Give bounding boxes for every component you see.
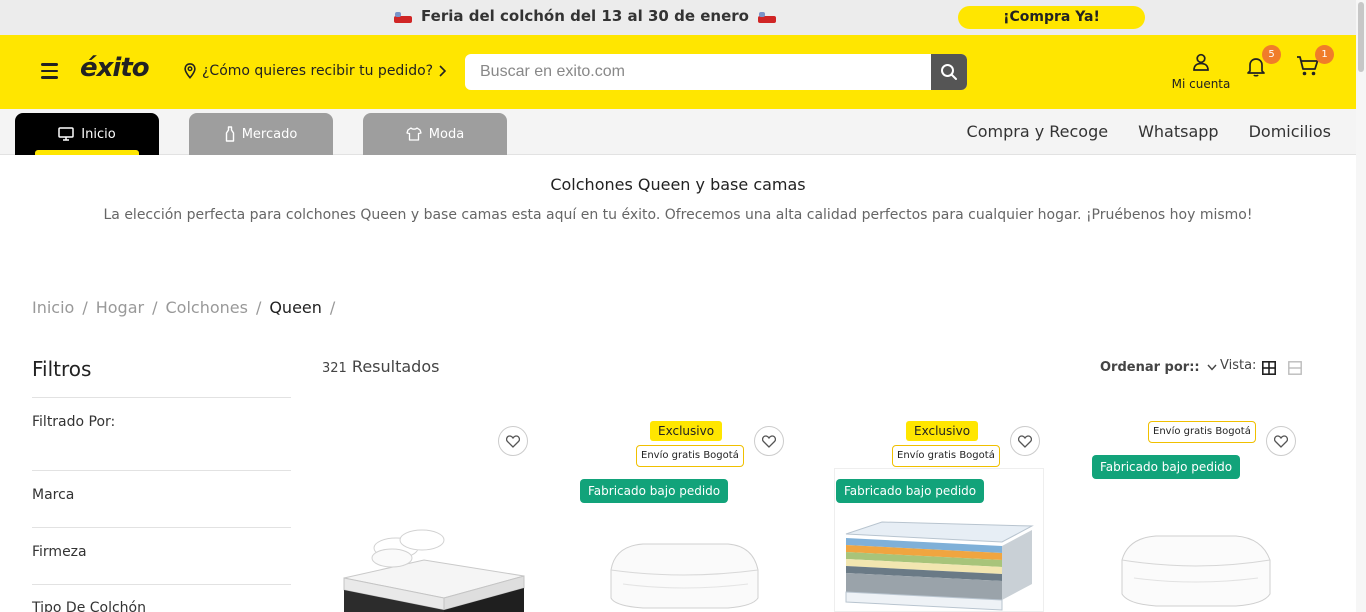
account-label: Mi cuenta [1171, 77, 1231, 91]
favorite-button[interactable] [498, 426, 528, 456]
breadcrumb-hogar[interactable]: Hogar [96, 298, 144, 317]
breadcrumb-queen: Queen [269, 298, 322, 317]
exito-logo[interactable]: éxito [80, 53, 150, 83]
product-card[interactable]: Exclusivo Envío gratis Bogotá Fabricado … [834, 420, 1074, 612]
bottle-icon [225, 126, 234, 142]
filter-divider [32, 397, 291, 398]
chevron-down-icon [1207, 364, 1217, 371]
sort-label: Ordenar por:: [1100, 360, 1200, 375]
link-domicilios[interactable]: Domicilios [1249, 122, 1331, 141]
tab-mercado[interactable]: Mercado [189, 113, 333, 155]
cart-button[interactable]: 1 [1296, 45, 1334, 79]
mattress-image [610, 543, 759, 609]
filter-divider [32, 584, 291, 585]
main-header: éxito ¿Cómo quieres recibir tu pedido? M… [0, 35, 1356, 109]
breadcrumb-inicio[interactable]: Inicio [32, 298, 74, 317]
view-label: Vista: [1220, 358, 1257, 373]
tab-inicio-label: Inicio [81, 126, 116, 142]
breadcrumb-separator: / [82, 298, 88, 317]
results-number: 321 [322, 361, 347, 376]
service-links: Compra y Recoge Whatsapp Domicilios [967, 122, 1331, 141]
notifications-button[interactable]: 5 [1245, 45, 1281, 79]
account-button[interactable]: Mi cuenta [1170, 53, 1232, 91]
category-title: Colchones Queen y base camas [550, 175, 806, 194]
scrollbar-thumb[interactable] [1358, 2, 1364, 72]
category-nav: Inicio Mercado Moda Compra y Recoge What… [0, 109, 1356, 155]
tab-moda-label: Moda [428, 126, 465, 142]
filter-firmeza[interactable]: Firmeza [32, 544, 87, 560]
link-whatsapp[interactable]: Whatsapp [1138, 122, 1219, 141]
link-compra-y-recoge[interactable]: Compra y Recoge [967, 122, 1109, 141]
bed-icon [393, 11, 412, 23]
breadcrumb: Inicio / Hogar / Colchones / Queen / [32, 298, 335, 317]
mattress-image [343, 529, 525, 612]
user-icon [1193, 53, 1209, 71]
breadcrumb-separator: / [255, 298, 262, 317]
favorite-button[interactable] [754, 426, 784, 456]
tab-mercado-label: Mercado [241, 126, 298, 142]
compra-ya-button[interactable]: ¡Compra Ya! [958, 6, 1145, 29]
free-shipping-tag: Envío gratis Bogotá [892, 445, 1000, 467]
heart-icon [506, 434, 520, 448]
category-description: La elección perfecta para colchones Quee… [103, 207, 1253, 223]
delivery-location-selector[interactable]: ¿Cómo quieres recibir tu pedido? [183, 63, 447, 79]
grid-view-icon[interactable] [1262, 361, 1276, 375]
made-to-order-tag: Fabricado bajo pedido [1092, 455, 1241, 479]
product-card[interactable]: Exclusivo Envío gratis Bogotá Fabricado … [578, 420, 818, 612]
bed-icon [758, 11, 777, 23]
free-shipping-tag: Envío gratis Bogotá [1148, 421, 1256, 443]
monitor-icon [58, 127, 75, 141]
cart-badge: 1 [1315, 45, 1334, 64]
mattress-layers-image [845, 521, 1034, 611]
shirt-icon [406, 127, 422, 141]
location-label: ¿Cómo quieres recibir tu pedido? [202, 63, 434, 79]
made-to-order-tag: Fabricado bajo pedido [580, 479, 729, 503]
breadcrumb-separator: / [329, 298, 336, 317]
filter-tipo-de-colchon[interactable]: Tipo De Colchón [32, 600, 146, 612]
sort-dropdown[interactable]: Ordenar por:: [1100, 360, 1217, 375]
filters-title: Filtros [32, 357, 92, 381]
tab-inicio[interactable]: Inicio [15, 113, 159, 155]
results-label: Resultados [351, 357, 440, 376]
heart-icon [762, 434, 776, 448]
scrollbar[interactable] [1356, 0, 1366, 612]
promo-bar: Feria del colchón del 13 al 30 de enero … [0, 0, 1356, 35]
menu-icon[interactable] [41, 63, 58, 79]
exclusive-tag: Exclusivo [650, 421, 723, 441]
location-pin-icon [184, 63, 196, 79]
search-icon [941, 64, 957, 80]
list-view-icon[interactable] [1288, 361, 1302, 375]
mattress-image [1121, 535, 1271, 607]
filter-filtrado-por: Filtrado Por: [32, 414, 116, 430]
breadcrumb-colchones[interactable]: Colchones [165, 298, 247, 317]
heart-icon [1018, 434, 1032, 448]
filter-marca[interactable]: Marca [32, 487, 74, 503]
results-count: 321 Resultados [322, 357, 439, 376]
product-card[interactable] [322, 420, 562, 612]
notifications-badge: 5 [1262, 45, 1281, 64]
search-input[interactable] [465, 54, 931, 90]
filter-divider [32, 527, 291, 528]
favorite-button[interactable] [1266, 426, 1296, 456]
chevron-right-icon [439, 65, 447, 77]
free-shipping-tag: Envío gratis Bogotá [636, 445, 744, 467]
search-button[interactable] [931, 54, 967, 90]
promo-text: Feria del colchón del 13 al 30 de enero [421, 7, 749, 25]
breadcrumb-separator: / [152, 298, 158, 317]
favorite-button[interactable] [1010, 426, 1040, 456]
search-bar [465, 54, 967, 90]
heart-icon [1274, 434, 1288, 448]
filter-divider [32, 470, 291, 471]
tab-moda[interactable]: Moda [363, 113, 507, 155]
product-card[interactable]: Envío gratis Bogotá Fabricado bajo pedid… [1090, 420, 1330, 612]
exclusive-tag: Exclusivo [906, 421, 979, 441]
